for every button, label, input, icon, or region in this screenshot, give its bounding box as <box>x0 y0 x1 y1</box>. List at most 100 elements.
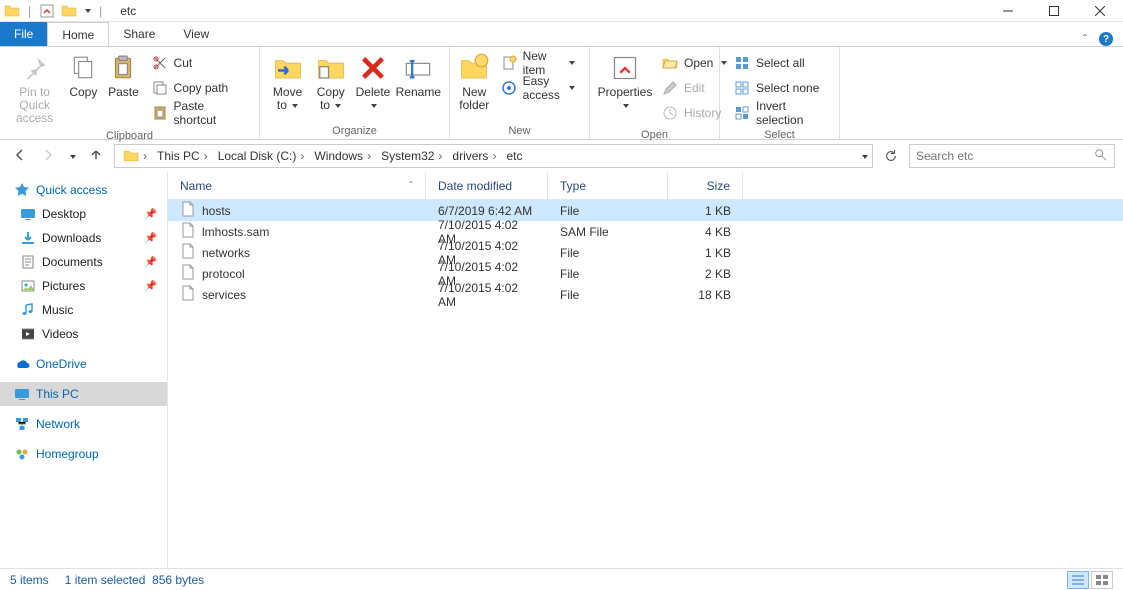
recent-locations-button[interactable] <box>68 149 76 163</box>
file-icon <box>180 285 196 304</box>
file-list[interactable]: Name ˆ Date modified Type Size hosts6/7/… <box>167 172 1123 568</box>
rename-button[interactable]: Rename <box>394 50 443 101</box>
qat-properties-icon[interactable] <box>39 3 55 19</box>
ribbon-tabstrip: File Home Share View ˆ ? <box>0 22 1123 46</box>
refresh-button[interactable] <box>879 144 903 168</box>
paste-shortcut-icon <box>152 105 168 121</box>
invert-selection-icon <box>734 105 750 121</box>
crumb-windows[interactable]: Windows› <box>310 149 375 163</box>
group-label: Organize <box>260 125 449 139</box>
invert-selection-button[interactable]: Invert selection <box>730 102 829 124</box>
crumb-this-pc[interactable]: This PC› <box>153 149 212 163</box>
ribbon: Pin to Quick access Copy Paste Cut Copy … <box>0 46 1123 140</box>
back-button[interactable] <box>12 147 28 166</box>
group-label: Open <box>590 129 719 143</box>
properties-button[interactable]: Properties <box>596 50 654 114</box>
tab-view[interactable]: View <box>169 22 223 46</box>
file-name: hosts <box>202 204 231 218</box>
collapse-ribbon-icon[interactable]: ˆ <box>1083 32 1087 46</box>
select-all-button[interactable]: Select all <box>730 52 829 74</box>
move-to-button[interactable]: Move to <box>266 50 309 114</box>
status-selection: 1 item selected 856 bytes <box>65 573 204 587</box>
file-size: 1 KB <box>668 204 743 218</box>
file-row[interactable]: lmhosts.sam7/10/2015 4:02 AMSAM File4 KB <box>168 221 1123 242</box>
column-header-type[interactable]: Type <box>548 172 668 199</box>
paste-shortcut-button[interactable]: Paste shortcut <box>148 102 249 124</box>
search-input[interactable] <box>916 149 1094 163</box>
folder-icon[interactable] <box>61 3 77 19</box>
nav-this-pc[interactable]: This PC <box>0 382 167 406</box>
copy-path-button[interactable]: Copy path <box>148 77 249 99</box>
view-details-button[interactable] <box>1067 571 1089 589</box>
homegroup-icon <box>14 446 30 462</box>
tab-file[interactable]: File <box>0 22 47 46</box>
nav-videos[interactable]: Videos <box>0 322 167 346</box>
desktop-icon <box>20 206 36 222</box>
minimize-button[interactable] <box>985 0 1031 22</box>
paste-button[interactable]: Paste <box>103 50 143 101</box>
search-icon[interactable] <box>1094 148 1108 165</box>
tab-home[interactable]: Home <box>47 22 109 46</box>
file-size: 1 KB <box>668 246 743 260</box>
pin-to-quick-access-button[interactable]: Pin to Quick access <box>6 50 63 127</box>
nav-documents[interactable]: Documents 📌 <box>0 250 167 274</box>
column-header-size[interactable]: Size <box>668 172 743 199</box>
pin-icon <box>19 52 51 84</box>
tab-share[interactable]: Share <box>109 22 169 46</box>
help-icon[interactable]: ? <box>1099 32 1113 46</box>
nav-onedrive[interactable]: OneDrive <box>0 352 167 376</box>
nav-homegroup[interactable]: Homegroup <box>0 442 167 466</box>
pin-icon: 📌 <box>145 257 157 268</box>
crumb-drivers[interactable]: drivers› <box>448 149 500 163</box>
nav-quick-access[interactable]: Quick access <box>0 178 167 202</box>
close-button[interactable] <box>1077 0 1123 22</box>
up-button[interactable] <box>88 147 104 166</box>
column-header-date[interactable]: Date modified <box>426 172 548 199</box>
nav-music[interactable]: Music <box>0 298 167 322</box>
file-size: 4 KB <box>668 225 743 239</box>
nav-downloads[interactable]: Downloads 📌 <box>0 226 167 250</box>
select-none-button[interactable]: Select none <box>730 77 829 99</box>
file-name: services <box>202 288 246 302</box>
navigation-pane[interactable]: Quick access Desktop 📌 Downloads 📌 Docum… <box>0 172 167 568</box>
pin-icon: 📌 <box>145 281 157 292</box>
nav-desktop[interactable]: Desktop 📌 <box>0 202 167 226</box>
this-pc-icon <box>14 386 30 402</box>
breadcrumb-dropdown[interactable] <box>860 149 868 163</box>
qat-dropdown-icon[interactable] <box>83 4 91 18</box>
file-name: lmhosts.sam <box>202 225 269 239</box>
crumb-system32[interactable]: System32› <box>377 149 446 163</box>
file-type: SAM File <box>548 225 668 239</box>
crumb-etc[interactable]: etc <box>502 149 526 163</box>
file-row[interactable]: services7/10/2015 4:02 AMFile18 KB <box>168 284 1123 305</box>
file-date: 7/10/2015 4:02 AM <box>426 281 548 309</box>
forward-button[interactable] <box>40 147 56 166</box>
file-row[interactable]: networks7/10/2015 4:02 AMFile1 KB <box>168 242 1123 263</box>
copy-icon <box>67 52 99 84</box>
copy-button[interactable]: Copy <box>63 50 103 101</box>
copy-to-button[interactable]: Copy to <box>309 50 352 114</box>
new-item-button[interactable]: New item <box>497 52 579 74</box>
search-box[interactable] <box>909 144 1115 168</box>
easy-access-button[interactable]: Easy access <box>497 77 579 99</box>
folder-icon[interactable]: › <box>119 148 151 164</box>
crumb-local-disk[interactable]: Local Disk (C:)› <box>214 149 309 163</box>
column-header-name[interactable]: Name ˆ <box>168 172 426 199</box>
new-folder-button[interactable]: New folder <box>456 50 493 114</box>
music-icon <box>20 302 36 318</box>
delete-button[interactable]: Delete <box>352 50 393 114</box>
divider: | <box>99 4 102 18</box>
group-label: Clipboard <box>0 130 259 144</box>
file-row[interactable]: hosts6/7/2019 6:42 AMFile1 KB <box>168 200 1123 221</box>
titlebar: | | etc <box>0 0 1123 22</box>
cut-button[interactable]: Cut <box>148 52 249 74</box>
onedrive-icon <box>14 356 30 372</box>
file-row[interactable]: protocol7/10/2015 4:02 AMFile2 KB <box>168 263 1123 284</box>
nav-network[interactable]: Network <box>0 412 167 436</box>
breadcrumb[interactable]: › This PC› Local Disk (C:)› Windows› Sys… <box>114 144 873 168</box>
file-type: File <box>548 288 668 302</box>
maximize-button[interactable] <box>1031 0 1077 22</box>
view-large-icons-button[interactable] <box>1091 571 1113 589</box>
nav-pictures[interactable]: Pictures 📌 <box>0 274 167 298</box>
videos-icon <box>20 326 36 342</box>
